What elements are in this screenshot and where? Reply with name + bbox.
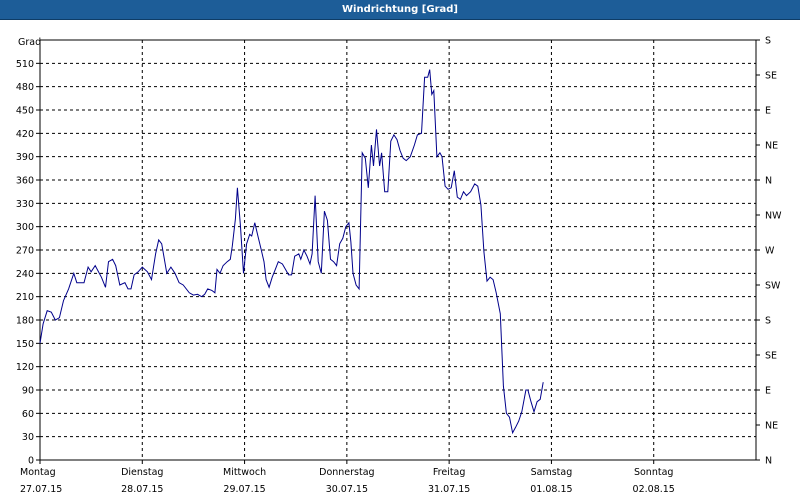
y-tick-label: 510 bbox=[16, 59, 34, 70]
x-tick-date-label: 29.07.15 bbox=[223, 484, 265, 495]
x-tick-date-label: 31.07.15 bbox=[428, 484, 470, 495]
right-tick-label: NW bbox=[765, 211, 782, 222]
wind-direction-series-line bbox=[39, 69, 544, 435]
y-tick-label: 360 bbox=[16, 176, 34, 187]
y-tick-label: 60 bbox=[22, 409, 34, 420]
y-axis-title: Grad bbox=[18, 37, 41, 48]
y-tick-label: 30 bbox=[22, 432, 34, 443]
right-tick-label: NE bbox=[765, 141, 778, 152]
right-y-axis: N NE E SE S SW W NW N NE E SE S bbox=[756, 36, 782, 467]
x-tick-day-label: Donnerstag bbox=[319, 467, 374, 478]
x-tick-day-label: Mittwoch bbox=[223, 467, 266, 478]
right-tick-label: E bbox=[765, 106, 771, 117]
right-tick-label: N bbox=[765, 456, 772, 467]
wind-direction-chart: Grad 0 30 60 90 120 150 180 210 240 270 300 330 360 3… bbox=[16, 36, 782, 496]
x-axis: Montag 27.07.15 Dienstag 28.07.15 Mittwoch 29… bbox=[20, 460, 675, 495]
x-tick-day-label: Dienstag bbox=[121, 467, 163, 478]
x-tick-day-label: Freitag bbox=[433, 467, 466, 478]
y-tick-label: 450 bbox=[16, 106, 34, 117]
y-tick-label: 180 bbox=[16, 316, 34, 327]
y-tick-label: 150 bbox=[16, 339, 34, 350]
chart-title: Windrichtung [Grad] bbox=[342, 4, 458, 15]
right-tick-label: S bbox=[765, 36, 771, 47]
y-tick-label: 210 bbox=[16, 292, 34, 303]
y-tick-label: 300 bbox=[16, 222, 34, 233]
right-tick-label: W bbox=[765, 246, 775, 257]
x-tick-date-label: 28.07.15 bbox=[121, 484, 163, 495]
y-tick-label: 390 bbox=[16, 152, 34, 163]
right-tick-label: S bbox=[765, 316, 771, 327]
y-tick-label: 240 bbox=[16, 269, 34, 280]
right-tick-label: NE bbox=[765, 421, 778, 432]
y-tick-label: 480 bbox=[16, 82, 34, 93]
right-tick-label: E bbox=[765, 386, 771, 397]
x-tick-date-label: 27.07.15 bbox=[20, 484, 62, 495]
y-tick-label: 90 bbox=[22, 386, 34, 397]
y-tick-label: 420 bbox=[16, 129, 34, 140]
x-tick-day-label: Montag bbox=[20, 467, 56, 478]
x-tick-day-label: Sonntag bbox=[634, 467, 673, 478]
y-tick-label: 270 bbox=[16, 246, 34, 257]
left-y-axis: 0 30 60 90 120 150 180 210 240 270 300 330 360 390 420… bbox=[16, 59, 40, 467]
x-tick-date-label: 01.08.15 bbox=[530, 484, 572, 495]
x-tick-day-label: Samstag bbox=[531, 467, 573, 478]
grid-lines bbox=[40, 40, 756, 460]
right-tick-label: SE bbox=[765, 351, 777, 362]
x-tick-date-label: 30.07.15 bbox=[326, 484, 368, 495]
y-tick-label: 120 bbox=[16, 362, 34, 373]
y-tick-label: 330 bbox=[16, 199, 34, 210]
right-tick-label: SE bbox=[765, 71, 777, 82]
y-tick-label: 0 bbox=[28, 456, 34, 467]
right-tick-label: SW bbox=[765, 281, 781, 292]
x-tick-date-label: 02.08.15 bbox=[633, 484, 675, 495]
right-tick-label: N bbox=[765, 176, 772, 187]
